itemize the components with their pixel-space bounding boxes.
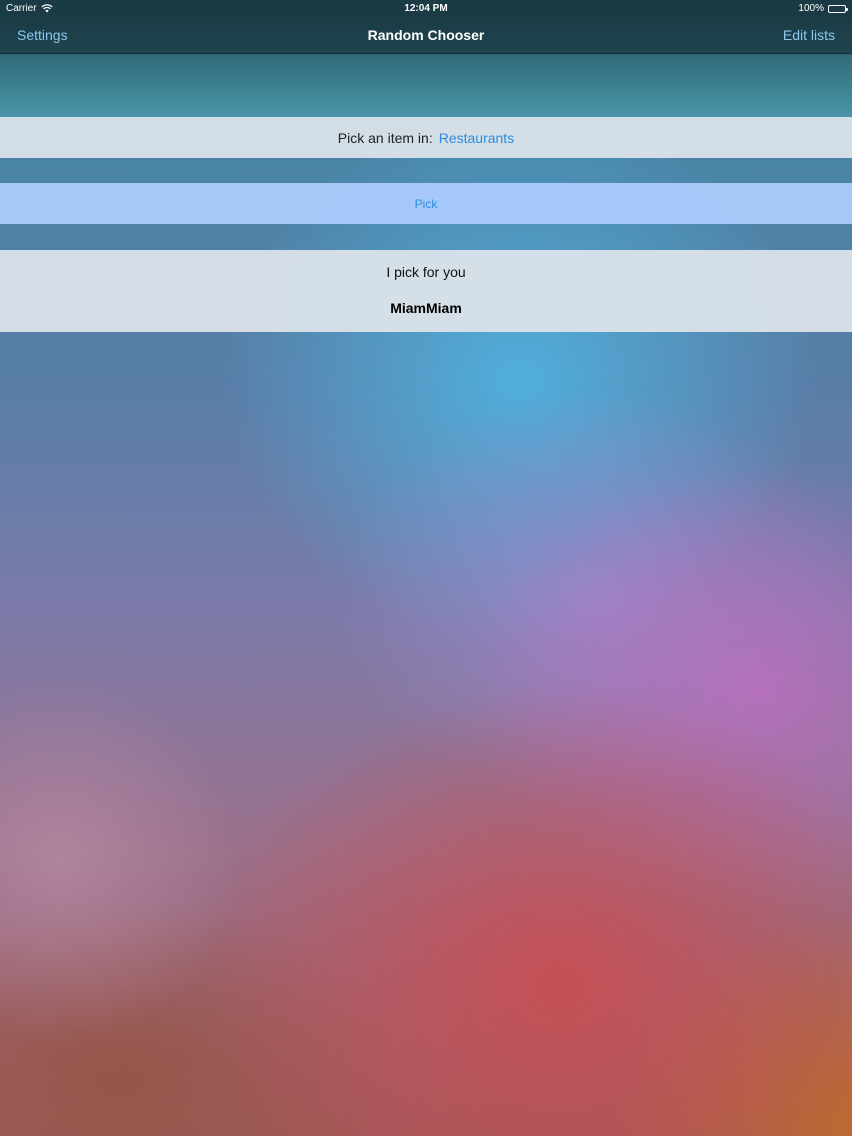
- status-right: 100%: [798, 3, 848, 14]
- battery-icon: [828, 4, 848, 13]
- result-value: MiamMiam: [390, 300, 462, 316]
- page-title: Random Chooser: [367, 27, 485, 43]
- list-picker-row: Pick an item in: Restaurants: [0, 117, 852, 158]
- pick-button-label: Pick: [414, 196, 438, 211]
- navigation-bar: Settings Random Chooser Edit lists: [0, 18, 852, 54]
- result-panel: I pick for you MiamMiam: [0, 250, 852, 332]
- pick-button[interactable]: Pick: [0, 183, 852, 224]
- result-heading: I pick for you: [386, 264, 466, 280]
- battery-percent: 100%: [798, 3, 824, 14]
- status-time: 12:04 PM: [404, 3, 448, 14]
- list-picker-label: Pick an item in:: [337, 129, 433, 146]
- status-bar: Carrier 12:04 PM 100%: [0, 0, 852, 18]
- list-selector-link[interactable]: Restaurants: [439, 130, 514, 146]
- edit-lists-button[interactable]: Edit lists: [783, 27, 835, 43]
